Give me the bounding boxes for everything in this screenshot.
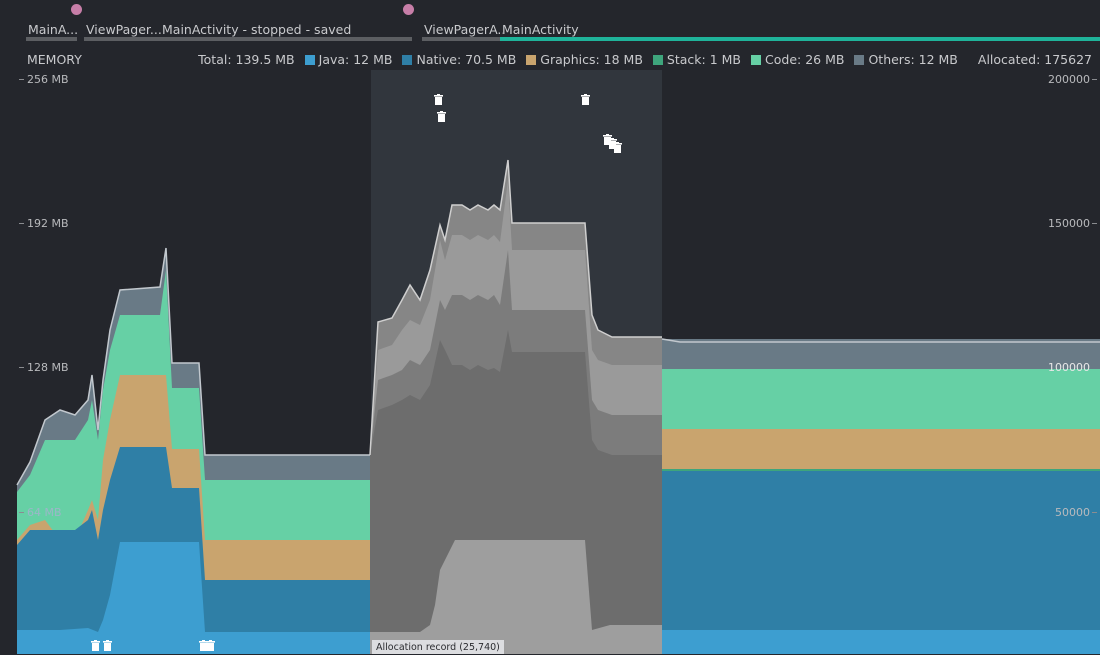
legend-label: Code: 26 MB	[765, 52, 845, 67]
y-axis-label-left: 128 MB	[27, 361, 69, 374]
y-axis-label-right: 200000	[1048, 73, 1090, 86]
total-memory-label: Total: 139.5 MB	[198, 52, 295, 67]
activity-segment-viewpager-a[interactable]: ViewPagerA...	[422, 22, 503, 41]
allocation-record-label[interactable]: Allocation record (25,740)	[372, 640, 504, 654]
y-axis-label-left: 192 MB	[27, 217, 69, 230]
legend-others: Others: 12 MB	[854, 52, 958, 67]
y-axis-label-left: 64 MB	[27, 506, 62, 519]
memory-area-right	[661, 338, 1100, 654]
memory-header: MEMORY Total: 139.5 MB Java: 12 MB Nativ…	[0, 52, 1100, 70]
stack-area	[662, 469, 1100, 471]
legend-label: Java: 12 MB	[318, 52, 393, 67]
activity-label: ViewPager...	[86, 22, 161, 37]
y-tick	[19, 367, 24, 368]
legend-swatch	[751, 54, 762, 65]
legend-label: Graphics: 18 MB	[540, 52, 643, 67]
legend-swatch	[304, 54, 315, 65]
legend-graphics: Graphics: 18 MB	[526, 52, 643, 67]
activity-label: ViewPagerA...	[424, 22, 503, 37]
legend-label: Others: 12 MB	[868, 52, 958, 67]
y-tick	[1092, 512, 1097, 513]
activity-segment-main-stopped[interactable]: MainActivity - stopped - saved	[160, 22, 412, 41]
legend-native: Native: 70.5 MB	[402, 52, 516, 67]
activity-label: MainA...	[28, 22, 77, 37]
legend-swatch	[854, 54, 865, 65]
gc-event-icon[interactable]	[437, 111, 446, 122]
activity-label: MainActivity	[502, 22, 579, 37]
activity-label: MainActivity - stopped - saved	[162, 22, 352, 37]
y-axis-label-right: 150000	[1048, 217, 1090, 230]
legend-stack: Stack: 1 MB	[652, 52, 742, 67]
legend-label: Stack: 1 MB	[666, 52, 742, 67]
y-tick	[1092, 79, 1097, 80]
gc-event-icon[interactable]	[434, 94, 443, 105]
y-axis-label-right: 100000	[1048, 361, 1090, 374]
activity-lifecycle-bar: MainA... ViewPager... MainActivity - sto…	[0, 0, 1100, 46]
y-axis-label-left: 256 MB	[27, 73, 69, 86]
activity-segment-main-a[interactable]: MainA...	[26, 22, 77, 41]
legend-label: Native: 70.5 MB	[416, 52, 517, 67]
memory-area-left	[16, 247, 370, 654]
activity-event-dot[interactable]	[71, 4, 82, 15]
activity-event-dot[interactable]	[403, 4, 414, 15]
gc-event-icon[interactable]	[91, 640, 100, 651]
legend-swatch	[652, 54, 663, 65]
memory-title: MEMORY	[27, 52, 82, 67]
memory-chart[interactable]	[0, 70, 1100, 654]
gc-event-icon[interactable]	[206, 640, 215, 651]
memory-legend: Total: 139.5 MB Java: 12 MB Native: 70.5…	[198, 52, 1092, 67]
legend-code: Code: 26 MB	[751, 52, 844, 67]
legend-swatch	[402, 54, 413, 65]
gc-event-icon[interactable]	[613, 142, 622, 153]
y-tick	[19, 79, 24, 80]
y-axis-label-right: 50000	[1055, 506, 1090, 519]
y-tick	[19, 512, 24, 513]
legend-swatch	[526, 54, 537, 65]
native-area	[662, 471, 1100, 654]
allocated-count-label: Allocated: 175627	[977, 52, 1092, 67]
java-area	[662, 630, 1100, 654]
legend-java: Java: 12 MB	[304, 52, 393, 67]
y-tick	[19, 223, 24, 224]
activity-segment-main-active[interactable]: MainActivity	[500, 22, 1100, 41]
gc-event-icon[interactable]	[581, 94, 590, 105]
activity-segment-viewpager[interactable]: ViewPager...	[84, 22, 161, 41]
y-tick	[1092, 223, 1097, 224]
gc-event-icon[interactable]	[103, 640, 112, 651]
